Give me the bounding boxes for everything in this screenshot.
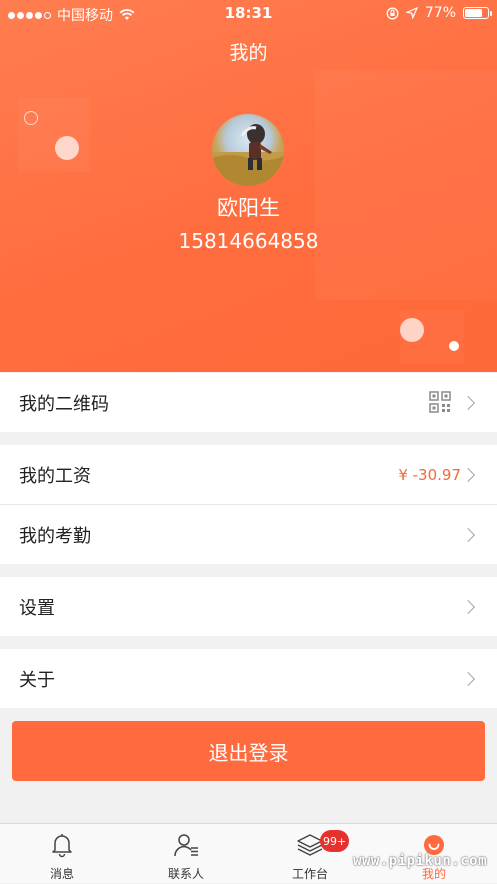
tab-label: 消息 [49,867,74,881]
menu-item-label: 我的工资 [19,465,91,487]
tab-contacts[interactable]: 联系人 [124,824,248,884]
menu-item-label: 我的二维码 [19,393,109,415]
menu-item-label: 我的考勤 [19,525,91,547]
notification-badge: 99+ [320,830,350,852]
location-arrow-icon [405,7,418,19]
avatar[interactable] [212,114,284,186]
menu-item-settings[interactable]: 设置 [0,577,497,636]
status-bar: 中国移动 18:31 77% [0,0,497,28]
bell-icon [52,834,72,858]
chevron-right-icon [460,599,476,614]
chevron-right-icon [460,395,476,410]
rotation-lock-icon [386,7,399,19]
decorative-circle [449,341,459,351]
battery-icon [463,7,492,19]
profile-header: 中国移动 18:31 77% 我的 欧阳生 15814664858 [0,0,497,372]
menu-item-label: 关于 [19,669,55,691]
tab-messages[interactable]: 消息 [0,824,124,884]
menu-item-label: 设置 [19,597,55,619]
chevron-right-icon [460,467,476,482]
menu-item-salary[interactable]: 我的工资 ¥ -30.97 [0,445,497,504]
logout-button[interactable]: 退出登录 [12,721,485,781]
decorative-circle [55,136,79,160]
battery-percent: 77% [424,5,456,21]
qr-code-icon [429,391,451,413]
decorative-circle [24,111,38,125]
menu-item-about[interactable]: 关于 [0,649,497,708]
user-phone: 15814664858 [178,229,319,253]
decorative-circle [400,318,424,342]
contacts-icon [174,834,198,857]
menu-item-qr-code[interactable]: 我的二维码 [0,373,497,432]
watermark: www.pipikun.com [353,853,487,869]
user-name: 欧阳生 [217,196,280,220]
chevron-right-icon [460,527,476,542]
chevron-right-icon [460,671,476,686]
salary-value: ¥ -30.97 [398,465,461,484]
tab-label: 联系人 [167,867,204,881]
page-title: 我的 [229,42,268,64]
menu-item-attendance[interactable]: 我的考勤 [0,505,497,564]
